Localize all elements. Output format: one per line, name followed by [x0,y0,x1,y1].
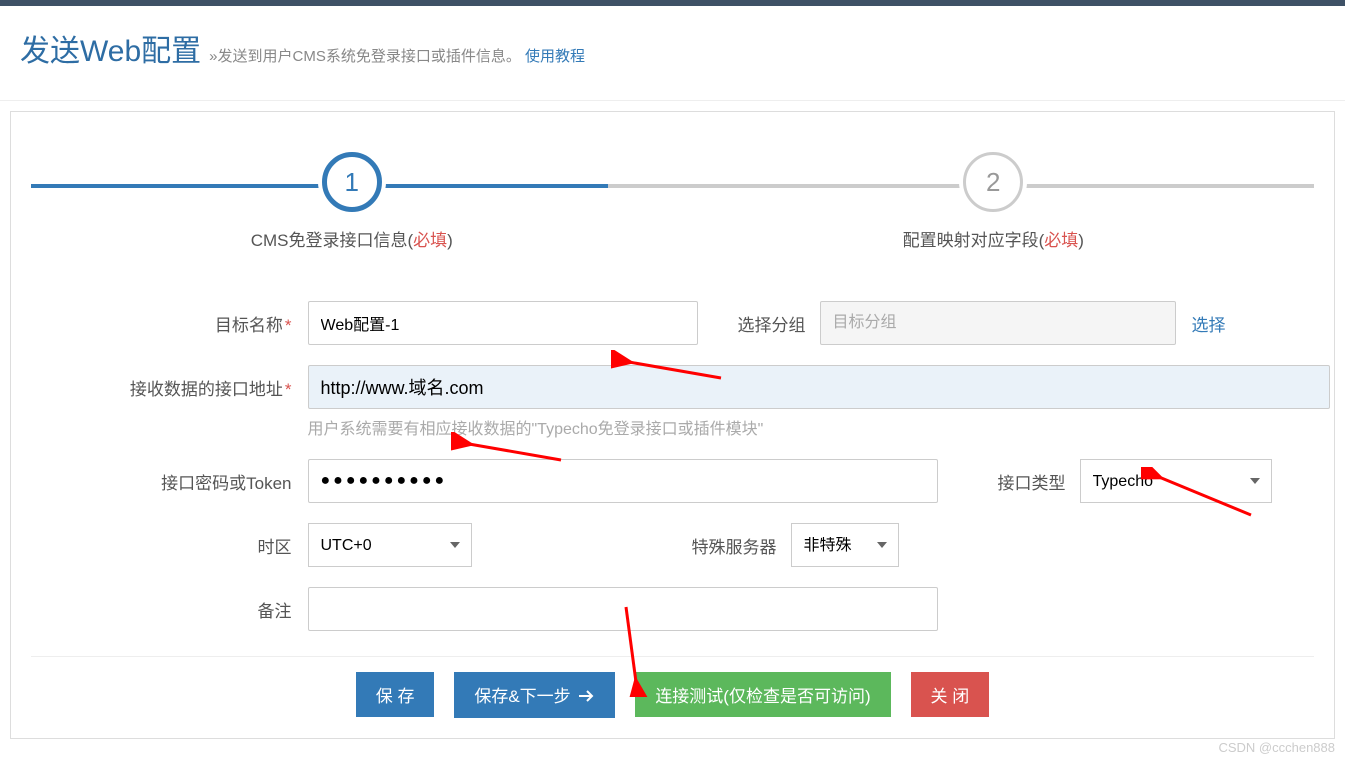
label-api-type: 接口类型 [938,459,1080,494]
label-api-token: 接口密码或Token [33,459,308,494]
save-next-button[interactable]: 保存&下一步 [454,672,615,718]
help-api-url: 用户系统需要有相应接收数据的"Typecho免登录接口或插件模块" [308,415,1330,439]
row-api-token: 接口密码或Token 接口类型 Typecho [33,459,1313,503]
label-select-group: 选择分组 [698,301,820,336]
label-target-name: 目标名称* [33,301,308,336]
input-select-group[interactable] [820,301,1176,345]
input-notes[interactable] [308,587,938,631]
step-1-label: CMS免登录接口信息(必填) [31,226,673,251]
form-container: 目标名称* 选择分组 选择 接收数据的接口地址* 用户系统需要有相应接收数据的"… [33,301,1313,631]
label-special-server: 特殊服务器 [472,523,791,558]
page-title: 发送Web配置 [20,26,201,70]
steps-container: 1 CMS免登录接口信息(必填) 2 配置映射对应字段(必填) [31,152,1314,251]
tutorial-link[interactable]: 使用教程 [525,48,585,65]
step-2-circle: 2 [963,152,1023,212]
row-notes: 备注 [33,587,1313,631]
input-api-url[interactable] [308,365,1330,409]
label-timezone: 时区 [33,523,308,558]
link-select-group[interactable]: 选择 [1176,301,1226,336]
row-timezone: 时区 UTC+0 特殊服务器 非特殊 [33,523,1313,567]
row-target-name: 目标名称* 选择分组 选择 [33,301,1313,345]
label-notes: 备注 [33,587,308,622]
test-connection-button[interactable]: 连接测试(仅检查是否可访问) [635,672,890,717]
select-special-server[interactable]: 非特殊 [791,523,899,567]
step-2-label: 配置映射对应字段(必填) [673,226,1315,251]
row-api-url: 接收数据的接口地址* 用户系统需要有相应接收数据的"Typecho免登录接口或插… [33,365,1313,439]
input-api-token[interactable] [308,459,938,503]
label-api-url: 接收数据的接口地址* [33,365,308,400]
close-button[interactable]: 关 闭 [911,672,990,717]
save-button[interactable]: 保 存 [356,672,435,717]
page-subtitle: »发送到用户CMS系统免登录接口或插件信息。 使用教程 [209,45,585,66]
button-bar: 保 存 保存&下一步 连接测试(仅检查是否可访问) 关 闭 [31,656,1314,718]
select-timezone[interactable]: UTC+0 [308,523,472,567]
select-api-type[interactable]: Typecho [1080,459,1272,503]
watermark: CSDN @ccchen888 [1218,740,1335,755]
step-1[interactable]: 1 CMS免登录接口信息(必填) [31,152,673,251]
input-target-name[interactable] [308,301,698,345]
step-2[interactable]: 2 配置映射对应字段(必填) [673,152,1315,251]
main-panel: 1 CMS免登录接口信息(必填) 2 配置映射对应字段(必填) 目标名称* 选择… [10,111,1335,739]
arrow-right-icon [579,688,595,708]
step-1-circle: 1 [322,152,382,212]
page-header: 发送Web配置 »发送到用户CMS系统免登录接口或插件信息。 使用教程 [0,6,1345,101]
